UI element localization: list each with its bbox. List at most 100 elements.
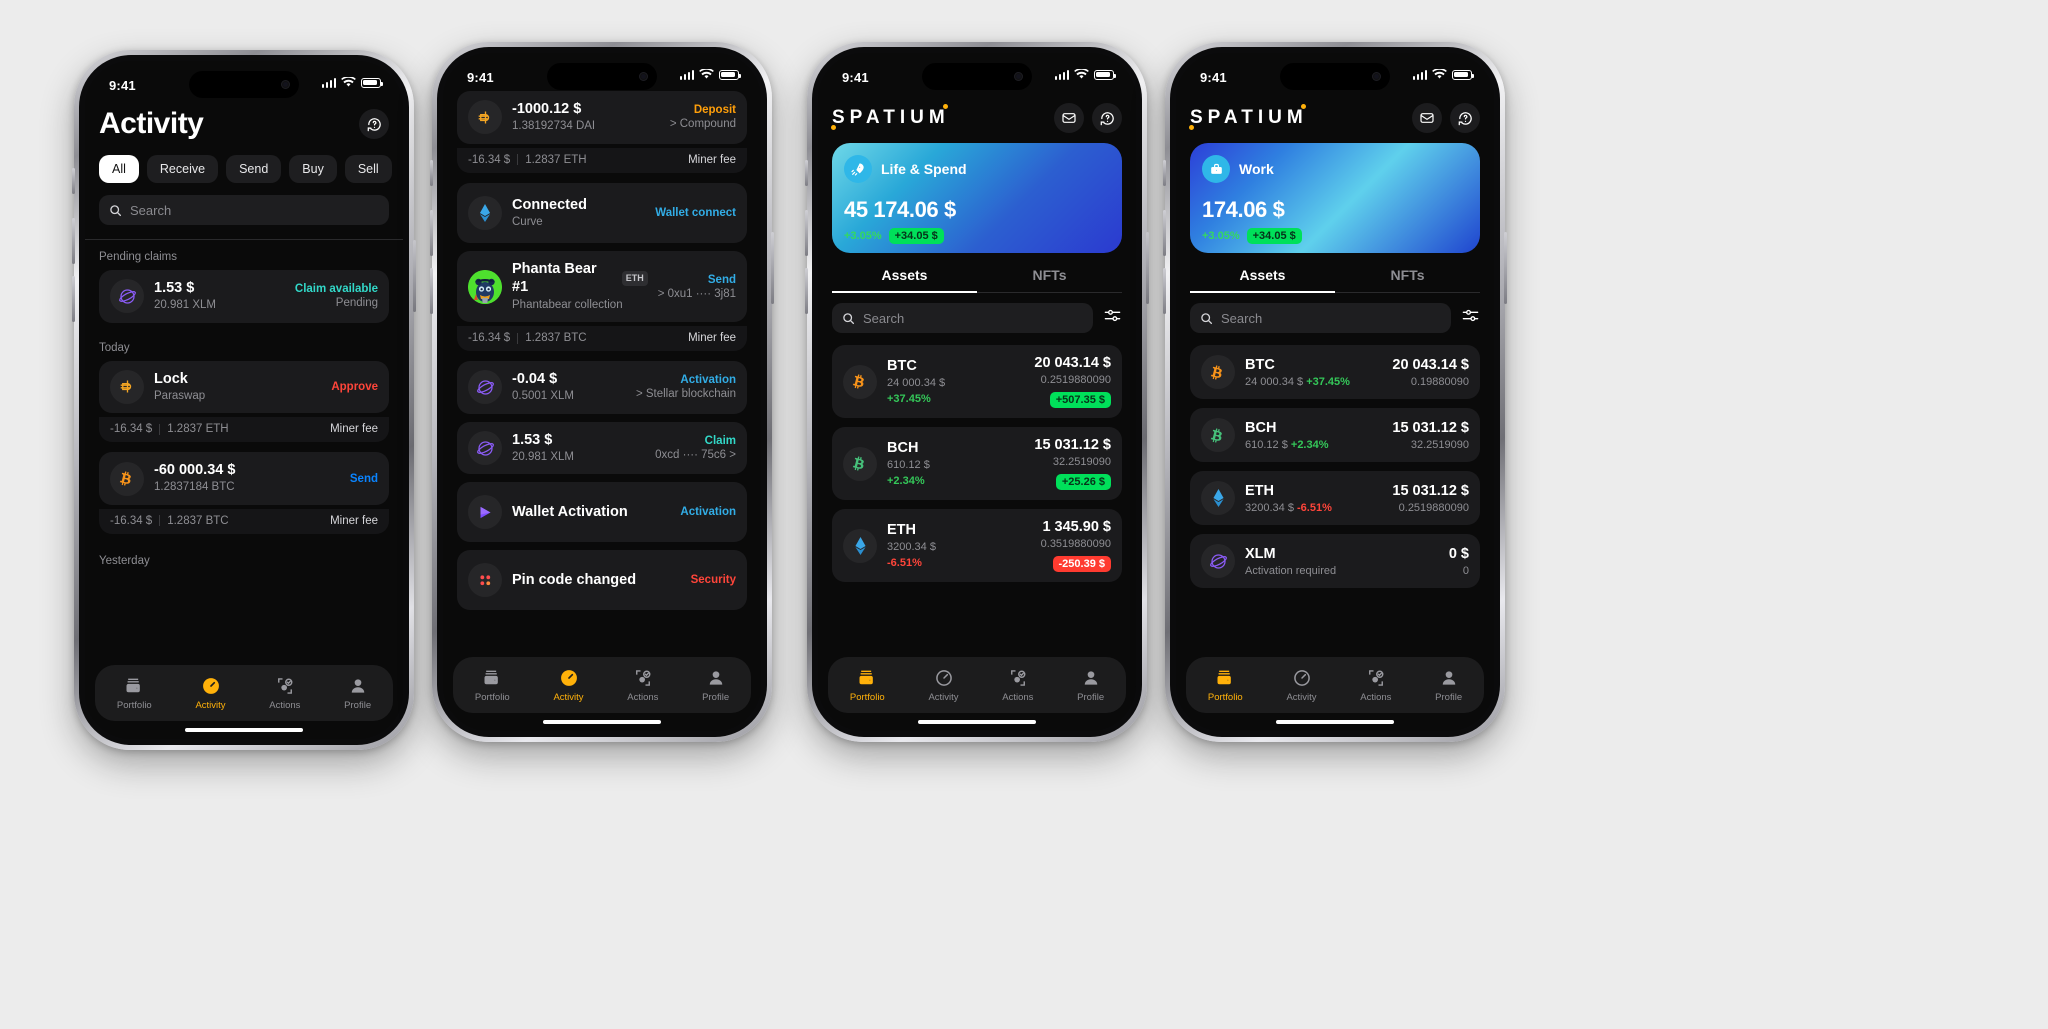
mute-switch[interactable] — [72, 168, 75, 194]
list-item[interactable]: Wallet Activation Activation — [457, 482, 747, 543]
list-item[interactable]: Lock Paraswap Approve — [99, 360, 389, 414]
tab-activity[interactable]: Activity — [553, 668, 584, 703]
list-item[interactable]: 1.53 $ 20.981 XLM Claim available Pendin… — [99, 270, 389, 323]
tab-actions[interactable]: Actions — [1002, 668, 1033, 703]
power-button[interactable] — [1146, 232, 1149, 304]
tab-profile[interactable]: Profile — [1435, 668, 1462, 703]
tab-portfolio[interactable]: Portfolio — [850, 668, 885, 703]
asset-name: ETH — [887, 522, 916, 538]
balance-delta-badge: +34.05 $ — [1246, 228, 1302, 244]
tab-profile[interactable]: Profile — [344, 676, 371, 711]
search-input[interactable]: Search — [99, 195, 389, 225]
asset-change: +37.45% — [1306, 375, 1350, 388]
phone1-header: Activity — [85, 105, 403, 141]
phone-activity-feed: 9:41 -1000.12 $ 1.38192734 DAI Deposit >… — [430, 42, 774, 742]
balance-amount: 45 174.06 $ — [844, 197, 956, 222]
home-indicator[interactable] — [918, 720, 1036, 724]
home-indicator[interactable] — [185, 728, 303, 732]
tab-nfts[interactable]: NFTs — [977, 267, 1122, 292]
tab-profile[interactable]: Profile — [1077, 668, 1104, 703]
home-indicator[interactable] — [1276, 720, 1394, 724]
volume-up-button[interactable] — [1163, 210, 1166, 256]
volume-up-button[interactable] — [805, 210, 808, 256]
tab-activity[interactable]: Activity — [195, 676, 226, 711]
item-title: Wallet Activation — [512, 504, 628, 521]
wifi-icon — [341, 77, 356, 87]
tab-actions[interactable]: Actions — [1360, 668, 1391, 703]
list-item[interactable]: Pin code changed Security — [457, 550, 747, 611]
asset-name: BTC — [887, 358, 917, 374]
cellular-signal-icon — [679, 69, 694, 80]
power-button[interactable] — [413, 240, 416, 312]
mute-switch[interactable] — [430, 160, 433, 186]
bottom-tab-bar: Portfolio Activity Actions Profile — [453, 657, 751, 713]
home-indicator[interactable] — [543, 720, 661, 724]
status-badge: Activation — [680, 374, 736, 387]
search-input[interactable]: Search — [1190, 303, 1451, 333]
asset-row[interactable]: ETH 3200.34 $ -6.51% 1 345.90 $ 0.351988… — [832, 509, 1122, 582]
list-item[interactable]: -1000.12 $ 1.38192734 DAI Deposit > Comp… — [457, 91, 747, 144]
nft-bear-icon — [468, 269, 502, 304]
power-button[interactable] — [1504, 232, 1507, 304]
tab-assets[interactable]: Assets — [832, 267, 977, 293]
wallet-icon — [126, 678, 141, 692]
tab-portfolio[interactable]: Portfolio — [1208, 668, 1243, 703]
tab-label: Profile — [344, 699, 372, 711]
miner-fee-row: -16.34 $ 1.2837 BTC Miner fee — [99, 508, 389, 534]
volume-down-button[interactable] — [1163, 268, 1166, 314]
asset-row[interactable]: BCH 610.12 $ +2.34% 15 031.12 $ 32.25190… — [1190, 408, 1480, 462]
sliders-icon[interactable] — [1103, 306, 1122, 330]
chip-buy[interactable]: Buy — [289, 155, 337, 183]
volume-down-button[interactable] — [805, 268, 808, 314]
chip-sell[interactable]: Sell — [344, 155, 392, 183]
sliders-icon[interactable] — [1461, 306, 1480, 330]
list-item[interactable]: Phanta Bear #1 ETH Phantabear collection… — [457, 251, 747, 323]
eth-glyph — [479, 203, 491, 222]
power-button[interactable] — [771, 232, 774, 304]
tab-actions[interactable]: Actions — [627, 668, 658, 703]
list-item[interactable]: Connected Curve Wallet connect — [457, 182, 747, 244]
volume-up-button[interactable] — [430, 210, 433, 256]
asset-amount: 32.2519090 — [1410, 438, 1469, 451]
chip-receive[interactable]: Receive — [146, 155, 219, 183]
help-circle-icon[interactable] — [1092, 103, 1122, 133]
tab-activity[interactable]: Activity — [1286, 668, 1317, 703]
fee-amount: -16.34 $ — [468, 332, 511, 345]
mail-icon[interactable] — [1054, 103, 1084, 133]
tab-activity[interactable]: Activity — [928, 668, 959, 703]
mail-icon[interactable] — [1412, 103, 1442, 133]
btc-icon — [1201, 355, 1235, 389]
help-circle-icon[interactable] — [1450, 103, 1480, 133]
asset-row[interactable]: BTC 24 000.34 $ +37.45% 20 043.14 $ 0.19… — [1190, 345, 1480, 399]
mute-switch[interactable] — [805, 160, 808, 186]
list-item[interactable]: -0.04 $ 0.5001 XLM Activation > Stellar … — [457, 361, 747, 414]
asset-row[interactable]: BTC 24 000.34 $ +37.45% 20 043.14 $ 0.25… — [832, 345, 1122, 418]
status-indicators — [679, 69, 741, 80]
volume-down-button[interactable] — [72, 276, 75, 322]
chip-all[interactable]: All — [99, 155, 139, 183]
item-chain-badge: ETH — [621, 270, 648, 287]
volume-down-button[interactable] — [430, 268, 433, 314]
asset-price: 610.12 $ — [887, 459, 930, 471]
eth-glyph — [1212, 489, 1224, 507]
balance-card[interactable]: Life & Spend 45 174.06 $ +3.05% +34.05 $ — [832, 143, 1122, 253]
asset-row[interactable]: XLM Activation required 0 $ 0 — [1190, 534, 1480, 588]
asset-row[interactable]: BCH 610.12 $ +2.34% 15 031.12 $ 32.25190… — [832, 427, 1122, 500]
search-row: Search — [85, 183, 403, 225]
chip-send[interactable]: Send — [226, 155, 282, 183]
asset-row[interactable]: ETH 3200.34 $ -6.51% 15 031.12 $ 0.25198… — [1190, 471, 1480, 525]
tab-portfolio[interactable]: Portfolio — [117, 676, 152, 711]
mute-switch[interactable] — [1163, 160, 1166, 186]
volume-up-button[interactable] — [72, 218, 75, 264]
tab-actions[interactable]: Actions — [269, 676, 300, 711]
search-input[interactable]: Search — [832, 303, 1093, 333]
list-item[interactable]: -60 000.34 $ 1.2837184 BTC Send — [99, 452, 389, 505]
list-item[interactable]: 1.53 $ 20.981 XLM Claim 0xcd ···· 75c6 > — [457, 421, 747, 475]
help-circle-icon[interactable] — [359, 109, 389, 139]
tab-nfts[interactable]: NFTs — [1335, 267, 1480, 292]
tab-assets[interactable]: Assets — [1190, 267, 1335, 293]
xlm-icon — [1201, 544, 1235, 578]
tab-profile[interactable]: Profile — [702, 668, 729, 703]
balance-card[interactable]: Work 174.06 $ +3.05% +34.05 $ — [1190, 143, 1480, 253]
tab-portfolio[interactable]: Portfolio — [475, 668, 510, 703]
